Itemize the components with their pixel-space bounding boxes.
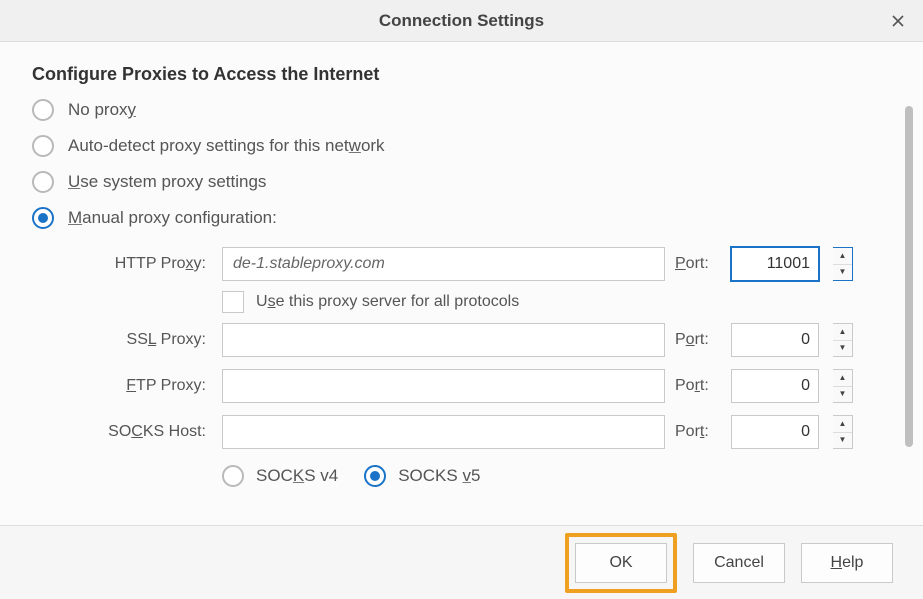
section-heading: Configure Proxies to Access the Internet [30, 64, 899, 85]
proxy-form: HTTP Proxy: Port: ▲ ▼ Use this proxy ser… [30, 247, 899, 487]
radio-label: Use system proxy settings [68, 172, 266, 192]
proxy-mode-auto-detect[interactable]: Auto-detect proxy settings for this netw… [32, 135, 899, 157]
socks-version-group: SOCKS v4 SOCKS v5 [222, 465, 855, 487]
ftp-port-input[interactable] [731, 369, 819, 403]
dialog-body: Configure Proxies to Access the Internet… [0, 42, 923, 525]
radio-label: No proxy [68, 100, 136, 120]
spinner-up-icon[interactable]: ▲ [833, 248, 852, 265]
spinner-down-icon[interactable]: ▼ [833, 341, 852, 357]
window-title: Connection Settings [379, 11, 544, 31]
ftp-port-spinner[interactable]: ▲ ▼ [833, 369, 853, 403]
connection-settings-window: Connection Settings Configure Proxies to… [0, 0, 923, 599]
ftp-proxy-input[interactable] [222, 369, 665, 403]
http-port-input[interactable] [731, 247, 819, 281]
proxy-mode-no-proxy[interactable]: No proxy [32, 99, 899, 121]
radio-icon [32, 171, 54, 193]
ok-button[interactable]: OK [575, 543, 667, 583]
dialog-footer: OK Cancel Help [0, 525, 923, 599]
close-button[interactable] [887, 10, 909, 32]
radio-icon [32, 135, 54, 157]
ssl-port-label: Port: [675, 331, 721, 349]
help-button[interactable]: Help [801, 543, 893, 583]
radio-label: SOCKS v4 [256, 466, 338, 486]
socks-v5[interactable]: SOCKS v5 [364, 465, 480, 487]
proxy-mode-system[interactable]: Use system proxy settings [32, 171, 899, 193]
socks-port-spinner[interactable]: ▲ ▼ [833, 415, 853, 449]
radio-label: Auto-detect proxy settings for this netw… [68, 136, 385, 156]
proxy-mode-group: No proxy Auto-detect proxy settings for … [30, 99, 899, 229]
ssl-port-input[interactable] [731, 323, 819, 357]
radio-label: Manual proxy configuration: [68, 208, 277, 228]
radio-icon [364, 465, 386, 487]
spinner-up-icon[interactable]: ▲ [833, 370, 852, 387]
radio-icon [222, 465, 244, 487]
use-for-all-label: Use this proxy server for all protocols [256, 293, 519, 311]
radio-icon [32, 99, 54, 121]
use-for-all-row[interactable]: Use this proxy server for all protocols [222, 291, 855, 313]
checkbox-icon [222, 291, 244, 313]
proxy-mode-manual[interactable]: Manual proxy configuration: [32, 207, 899, 229]
radio-label: SOCKS v5 [398, 466, 480, 486]
ok-highlight: OK [565, 533, 677, 593]
ftp-port-label: Port: [675, 377, 721, 395]
radio-icon [32, 207, 54, 229]
http-port-spinner[interactable]: ▲ ▼ [833, 247, 853, 281]
ssl-port-spinner[interactable]: ▲ ▼ [833, 323, 853, 357]
spinner-down-icon[interactable]: ▼ [833, 265, 852, 281]
scrollbar[interactable] [905, 106, 913, 447]
http-port-label: Port: [675, 255, 721, 273]
spinner-down-icon[interactable]: ▼ [833, 387, 852, 403]
titlebar: Connection Settings [0, 0, 923, 42]
ssl-proxy-input[interactable] [222, 323, 665, 357]
http-proxy-label: HTTP Proxy: [74, 255, 212, 273]
socks-host-label: SOCKS Host: [74, 423, 212, 441]
socks-v4[interactable]: SOCKS v4 [222, 465, 338, 487]
spinner-up-icon[interactable]: ▲ [833, 324, 852, 341]
ssl-proxy-label: SSL Proxy: [74, 331, 212, 349]
close-icon [892, 15, 904, 27]
spinner-up-icon[interactable]: ▲ [833, 416, 852, 433]
ftp-proxy-label: FTP Proxy: [74, 377, 212, 395]
spinner-down-icon[interactable]: ▼ [833, 433, 852, 449]
cancel-button[interactable]: Cancel [693, 543, 785, 583]
socks-port-input[interactable] [731, 415, 819, 449]
socks-port-label: Port: [675, 423, 721, 441]
http-proxy-input[interactable] [222, 247, 665, 281]
socks-host-input[interactable] [222, 415, 665, 449]
